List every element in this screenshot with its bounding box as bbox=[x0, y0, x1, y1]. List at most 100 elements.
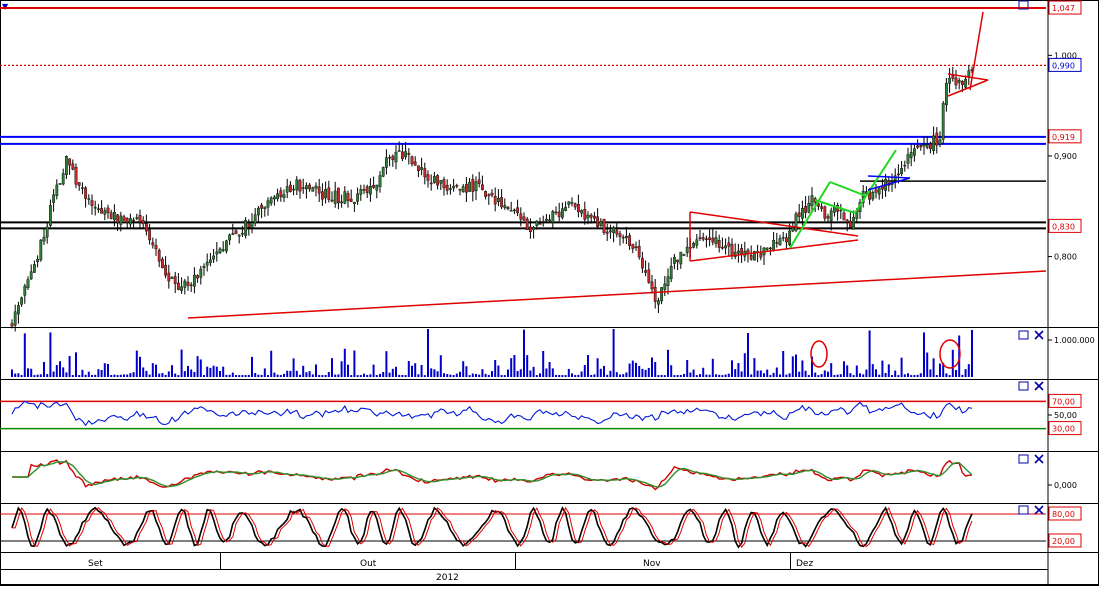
candle-body bbox=[343, 191, 347, 204]
candle-body bbox=[180, 286, 183, 291]
candle-body bbox=[935, 132, 939, 146]
candle-body bbox=[439, 180, 443, 184]
volume-bar bbox=[148, 374, 151, 377]
volume-bar bbox=[36, 374, 39, 377]
candle-body bbox=[698, 237, 702, 239]
candle-body bbox=[717, 240, 721, 248]
candle-body bbox=[823, 206, 827, 219]
volume-bar bbox=[699, 374, 701, 377]
candle-body bbox=[628, 235, 632, 246]
candle-body bbox=[305, 185, 308, 190]
volume-bar bbox=[817, 375, 820, 377]
candle-body bbox=[461, 186, 465, 193]
volume-bar bbox=[190, 369, 193, 377]
volume-bar bbox=[599, 368, 602, 377]
candle-body bbox=[231, 233, 235, 235]
candle-body bbox=[228, 234, 231, 241]
candle-body bbox=[80, 187, 84, 189]
candle-body bbox=[151, 242, 155, 246]
volume-bar bbox=[491, 371, 493, 377]
candle-body bbox=[567, 201, 571, 205]
candle-body bbox=[481, 184, 484, 190]
volume-bar bbox=[180, 349, 183, 377]
candle-body bbox=[945, 82, 948, 106]
volume-bar bbox=[119, 374, 122, 377]
volume-bar bbox=[331, 358, 333, 377]
volume-bar bbox=[539, 373, 541, 377]
candle-body bbox=[423, 168, 427, 178]
volume-bar bbox=[68, 356, 71, 377]
volume-bar bbox=[843, 361, 845, 377]
volume-bar bbox=[100, 369, 103, 377]
candle-body bbox=[295, 179, 299, 191]
candle-body bbox=[17, 305, 20, 315]
volume-bar bbox=[839, 374, 842, 377]
candle-body bbox=[631, 243, 635, 249]
volume-bar bbox=[734, 369, 737, 377]
volume-bar bbox=[929, 369, 932, 377]
candle-body bbox=[874, 189, 878, 193]
candle-body bbox=[570, 202, 574, 204]
month-label-nov: Nov bbox=[643, 559, 661, 569]
candle-body bbox=[919, 144, 923, 148]
candle-body bbox=[593, 215, 596, 219]
scroll-marker[interactable]: ▼ bbox=[2, 2, 9, 11]
volume-bar bbox=[580, 371, 583, 377]
volume-bar bbox=[830, 363, 833, 377]
volume-bar bbox=[529, 370, 532, 377]
volume-bar bbox=[916, 374, 919, 377]
volume-bar bbox=[420, 364, 423, 377]
volume-bar bbox=[103, 363, 106, 377]
volume-bar bbox=[382, 372, 385, 377]
volume-bar bbox=[567, 368, 570, 377]
volume-bar bbox=[203, 375, 205, 377]
volume-bar bbox=[62, 367, 65, 377]
volume-bar bbox=[667, 349, 669, 377]
candle-body bbox=[615, 230, 619, 235]
candle-body bbox=[474, 181, 478, 192]
volume-bar bbox=[612, 329, 615, 377]
candle-body bbox=[282, 194, 286, 198]
price-tag: 0,830 bbox=[1052, 222, 1075, 231]
candle-body bbox=[215, 251, 219, 255]
candle-body bbox=[100, 207, 104, 214]
candle-body bbox=[192, 274, 196, 287]
volume-bar bbox=[183, 371, 186, 377]
volume-bar bbox=[398, 374, 401, 377]
volume-bar bbox=[676, 375, 679, 377]
volume-bar bbox=[510, 358, 513, 377]
volume-bar bbox=[158, 373, 161, 377]
candle-body bbox=[583, 209, 587, 220]
candle-body bbox=[532, 226, 536, 230]
candle-body bbox=[605, 231, 609, 234]
volume-bar bbox=[430, 368, 433, 377]
volume-bar bbox=[804, 370, 807, 377]
volume-bar bbox=[206, 366, 209, 377]
candle-body bbox=[452, 185, 455, 189]
candle-body bbox=[176, 282, 180, 290]
volume-bar bbox=[283, 373, 285, 377]
volume-bar bbox=[939, 363, 941, 377]
candle-body bbox=[538, 223, 542, 225]
candle-body bbox=[458, 189, 462, 191]
volume-bar bbox=[903, 374, 906, 377]
volume-bar bbox=[587, 355, 589, 377]
candle-body bbox=[833, 207, 836, 213]
candle-body bbox=[465, 183, 468, 193]
candle-body bbox=[842, 212, 846, 221]
chart-background bbox=[0, 0, 1099, 612]
candle-body bbox=[372, 184, 375, 188]
candle-body bbox=[221, 249, 225, 251]
volume-bar bbox=[753, 358, 756, 377]
volume-bar bbox=[542, 350, 545, 377]
candle-body bbox=[189, 284, 193, 287]
volume-bar bbox=[878, 374, 881, 377]
volume-bar bbox=[548, 361, 551, 377]
volume-bar bbox=[91, 375, 93, 377]
candle-body bbox=[327, 187, 331, 200]
volume-bar bbox=[788, 373, 791, 377]
candle-body bbox=[759, 253, 763, 258]
volume-bar bbox=[286, 370, 289, 377]
volume-bar bbox=[177, 375, 180, 377]
volume-bar bbox=[555, 375, 557, 377]
